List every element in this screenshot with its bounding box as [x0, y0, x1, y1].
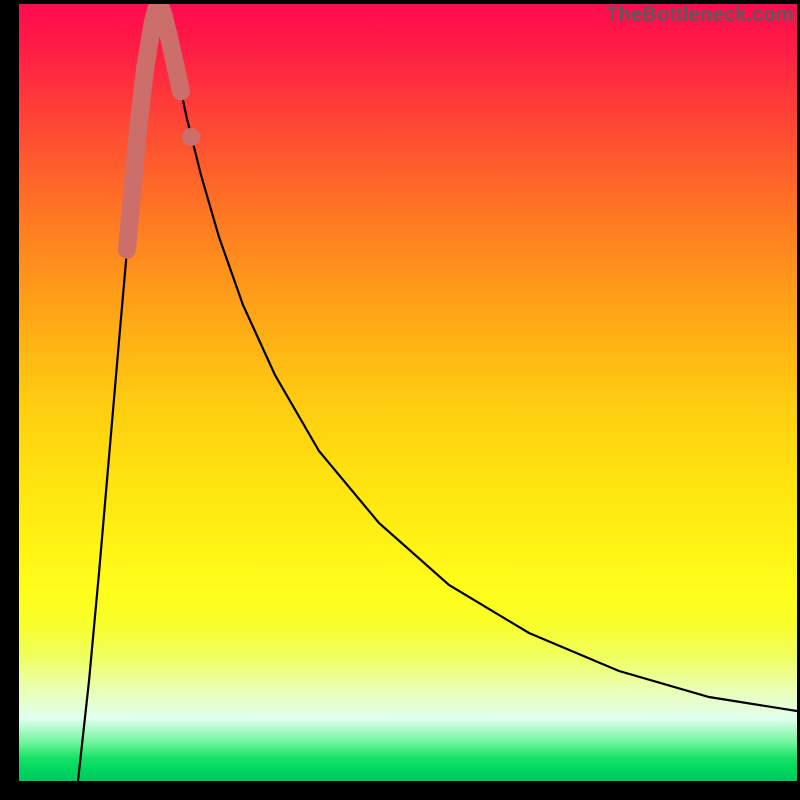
- plot-area: [19, 4, 797, 781]
- highlight-left-segment: [127, 4, 159, 250]
- chart-frame: TheBottleneck.com: [0, 0, 800, 800]
- highlight-point: [182, 128, 200, 146]
- curve-layer: [19, 4, 797, 781]
- curve-right-branch: [159, 4, 797, 711]
- highlight-right-segment: [159, 4, 181, 91]
- watermark-text: TheBottleneck.com: [606, 4, 794, 27]
